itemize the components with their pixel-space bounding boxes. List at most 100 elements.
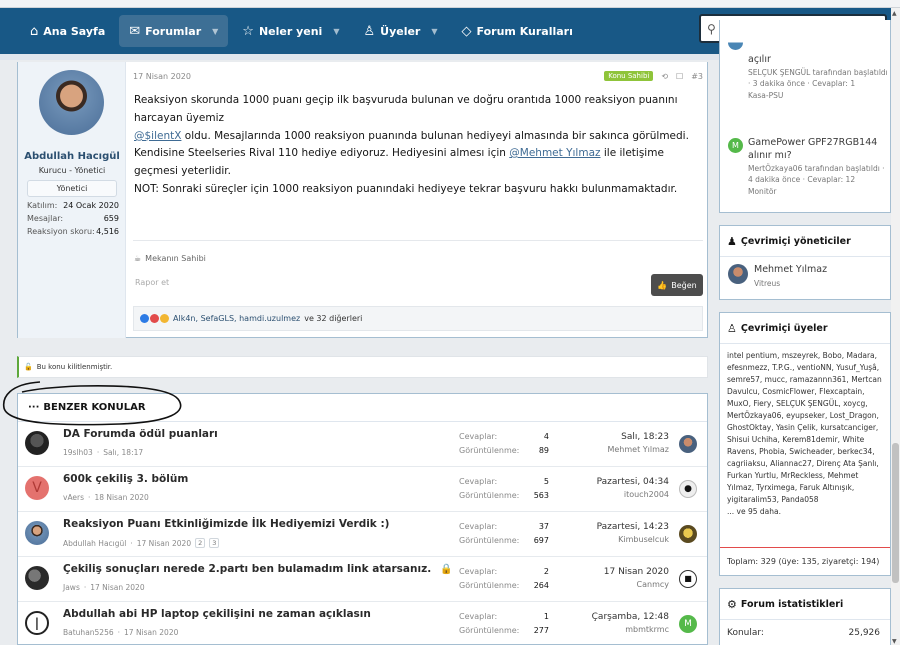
last-post-time[interactable]: 17 Nisan 2020	[549, 567, 669, 577]
views-value: 563	[533, 491, 549, 500]
thread-date[interactable]: 17 Nisan 2020	[90, 583, 144, 592]
scroll-up-icon[interactable]: ▲	[892, 10, 897, 17]
chevron-down-icon[interactable]: ▼	[333, 27, 339, 36]
latest-thread-forum[interactable]: Kasa-PSU	[748, 90, 888, 101]
stat-label: Konular:	[727, 628, 764, 638]
avatar[interactable]	[728, 264, 748, 284]
tab-members[interactable]: ♙ Üyeler ▼	[353, 15, 447, 47]
thread-author[interactable]: 19slh03	[63, 448, 93, 457]
latest-thread-forum[interactable]: Monitör	[748, 186, 888, 197]
reaction-more[interactable]: ve 32 diğerleri	[304, 314, 362, 323]
thread-author[interactable]: Abdullah Hacıgül	[63, 539, 126, 548]
thread-author[interactable]: Jaws	[63, 583, 80, 592]
vertical-scrollbar[interactable]: ▲ ▼	[891, 8, 900, 645]
replies-label: Cevaplar:	[459, 432, 498, 441]
thread-row[interactable]: Reaksiyon Puanı Etkinliğimizde İlk Hediy…	[18, 512, 707, 557]
staff-name[interactable]: Mehmet Yılmaz	[754, 264, 827, 275]
author-stat-joined: Katılım: 24 Ocak 2020	[27, 201, 119, 210]
user-shield-icon: ♟	[727, 234, 737, 248]
author-name[interactable]: Abdullah Hacıgül	[18, 151, 126, 162]
views-count: Görüntülenme: 697	[459, 536, 549, 545]
forum-stats-heading: ⚙ Forum istatistikleri	[720, 589, 890, 620]
thread-title[interactable]: Abdullah abi HP laptop çekilişini ne zam…	[63, 608, 371, 620]
last-post-time[interactable]: Pazartesi, 04:34	[549, 477, 669, 487]
tab-forums-label: Forumlar	[145, 24, 202, 38]
thread-date[interactable]: 17 Nisan 2020	[124, 628, 178, 637]
last-post-time[interactable]: Pazartesi, 14:23	[549, 522, 669, 532]
last-post-time[interactable]: Salı, 18:23	[549, 432, 669, 442]
views-value: 277	[533, 626, 549, 635]
user-mention[interactable]: @$ilentX	[134, 130, 181, 142]
post-paragraph: NOT: Sonraki süreçler için 1000 reaksiyo…	[134, 183, 678, 195]
tab-whats-new[interactable]: ☆ Neler yeni ▼	[232, 15, 349, 47]
latest-thread-title[interactable]: açılır	[748, 54, 771, 65]
last-post-user[interactable]: itouch2004	[549, 490, 669, 499]
heading-text: Forum istatistikleri	[740, 598, 844, 610]
scroll-down-icon[interactable]: ▼	[892, 638, 897, 645]
latest-thread-item[interactable]: GamePower GPF27RGB144 alınır mı? MertÖzk…	[748, 135, 888, 197]
avatar[interactable]: ■	[679, 570, 697, 588]
scrollbar-thumb[interactable]	[892, 443, 899, 583]
members-names[interactable]: intel pentium, mszeyrek, Bobo, Madara, e…	[727, 351, 882, 504]
last-post-user[interactable]: Kimbuselcuk	[549, 535, 669, 544]
haha-reaction-icon	[160, 314, 169, 323]
avatar[interactable]: ●	[679, 480, 697, 498]
tab-home[interactable]: ⌂ Ana Sayfa	[20, 15, 115, 47]
home-icon: ⌂	[30, 23, 39, 39]
thread-title[interactable]: Çekiliş sonuçları nerede 2.partı ben bul…	[63, 563, 431, 575]
chevron-down-icon[interactable]: ▼	[431, 27, 437, 36]
user-mention[interactable]: @Mehmet Yılmaz	[509, 147, 600, 159]
latest-thread-title[interactable]: GamePower GPF27RGB144 alınır mı?	[748, 137, 877, 161]
thread-row[interactable]: V 600k çekiliş 3. bölüm vAers · 18 Nisan 2…	[18, 467, 707, 512]
thread-row[interactable]: Çekiliş sonuçları nerede 2.partı ben bul…	[18, 557, 707, 602]
post-number[interactable]: #3	[691, 72, 703, 81]
power-icon[interactable]: |	[25, 611, 49, 635]
page-link[interactable]: 3	[209, 538, 220, 548]
avatar[interactable]	[25, 566, 49, 590]
avatar[interactable]	[25, 431, 49, 455]
page-link[interactable]: 2	[195, 538, 206, 548]
last-post-time[interactable]: Çarşamba, 12:48	[549, 612, 669, 622]
report-link[interactable]: Rapor et	[135, 278, 169, 287]
thread-date[interactable]: 17 Nisan 2020	[137, 539, 191, 548]
latest-thread-meta: MertÖzkaya06 tarafından başlatıldı · 4 d…	[748, 164, 885, 184]
avatar[interactable]	[679, 435, 697, 453]
thread-title[interactable]: Reaksiyon Puanı Etkinliğimizde İlk Hediy…	[63, 518, 389, 530]
tag-icon: ◇	[461, 23, 472, 39]
last-post-user[interactable]: Mehmet Yılmaz	[549, 445, 669, 454]
last-post-user[interactable]: mbmtkrmc	[549, 625, 669, 634]
thread-author[interactable]: vAers	[63, 493, 84, 502]
tab-forums[interactable]: ✉ Forumlar ▼	[119, 15, 229, 47]
post-body: 17 Nisan 2020 Konu Sahibi ⟲ ☐ #3 Reaksiy…	[133, 62, 703, 338]
tab-forum-rules[interactable]: ◇ Forum Kuralları	[452, 15, 583, 47]
latest-thread-item[interactable]: açılır SELÇUK ŞENGÜL tarafından başlatıl…	[748, 52, 888, 101]
thread-row[interactable]: | Abdullah abi HP laptop çekilişini ne z…	[18, 602, 707, 644]
thread-row[interactable]: DA Forumda ödül puanları 19slh03 · Salı, 1…	[18, 422, 707, 467]
thread-title[interactable]: DA Forumda ödül puanları	[63, 428, 218, 440]
avatar[interactable]	[728, 42, 743, 50]
avatar[interactable]	[679, 525, 697, 543]
user-icon: ♙	[727, 321, 737, 335]
reaction-users[interactable]: Alk4n, SefaGLS, hamdi.uzulmez	[173, 314, 300, 323]
post-meta: Konu Sahibi ⟲ ☐ #3	[604, 71, 703, 81]
bookmark-icon[interactable]: ☐	[676, 72, 683, 81]
avatar[interactable]: V	[25, 476, 49, 500]
avatar[interactable]	[25, 521, 49, 545]
thread-title[interactable]: 600k çekiliş 3. bölüm	[63, 473, 188, 485]
members-more[interactable]: ... ve 95 daha.	[727, 507, 781, 516]
last-post-user[interactable]: Canmcy	[549, 580, 669, 589]
avatar[interactable]	[39, 70, 104, 135]
online-members-list[interactable]: intel pentium, mszeyrek, Bobo, Madara, e…	[720, 344, 890, 524]
like-button[interactable]: 👍 Beğen	[651, 274, 703, 296]
reactions-bar[interactable]: Alk4n, SefaGLS, hamdi.uzulmez ve 32 diğe…	[133, 306, 703, 331]
heading-text: Çevrimiçi üyeler	[740, 322, 828, 334]
thread-author[interactable]: Batuhan5256	[63, 628, 114, 637]
share-icon[interactable]: ⟲	[661, 72, 668, 81]
post-date[interactable]: 17 Nisan 2020	[133, 72, 191, 81]
thread-date[interactable]: 18 Nisan 2020	[94, 493, 148, 502]
chevron-down-icon[interactable]: ▼	[212, 27, 218, 36]
avatar[interactable]: M	[728, 138, 743, 153]
thread-date[interactable]: Salı, 18:17	[103, 448, 143, 457]
avatar[interactable]: M	[679, 615, 697, 633]
thread-locked-notice: 🔓 Bu konu kilitlenmiştir.	[17, 356, 708, 378]
